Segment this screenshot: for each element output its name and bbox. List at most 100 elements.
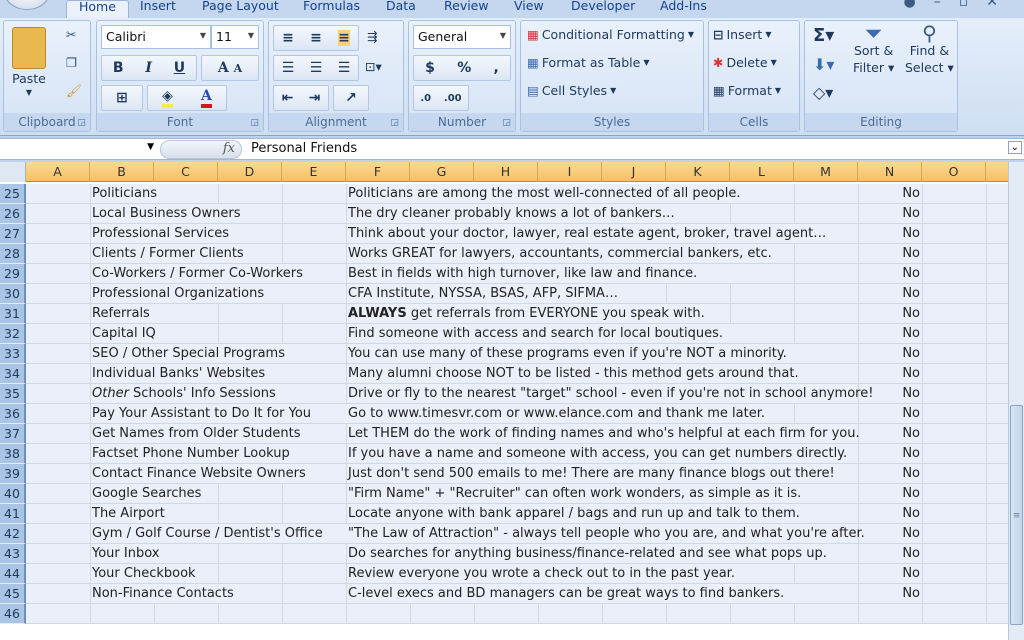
cell-n[interactable]: No: [858, 284, 920, 304]
cell-n[interactable]: No: [858, 524, 920, 544]
select-all-button[interactable]: [0, 162, 26, 182]
cell-b[interactable]: Google Searches: [92, 484, 201, 504]
tab-developer[interactable]: Developer: [571, 0, 635, 18]
conditional-formatting-button[interactable]: ▦ Conditional Formatting ▼: [527, 27, 694, 42]
cell-b[interactable]: Your Inbox: [92, 544, 159, 564]
cell-f[interactable]: Just don't send 500 emails to me! There …: [348, 464, 835, 484]
cell-f[interactable]: Politicians are among the most well-conn…: [348, 184, 741, 204]
cell-n[interactable]: No: [858, 244, 920, 264]
row-cells[interactable]: Other Schools' Info Sessions Drive or fly…: [26, 384, 1008, 404]
column-header-m[interactable]: M: [794, 162, 858, 182]
format-painter-icon[interactable]: 🖌: [66, 83, 82, 99]
row-header[interactable]: 42: [0, 524, 26, 544]
cell-f[interactable]: Locate anyone with bank apparel / bags a…: [348, 504, 800, 524]
cell-b[interactable]: Referrals: [92, 304, 150, 324]
row-cells[interactable]: Referrals ALWAYS get referrals from EVERY…: [26, 304, 1008, 324]
cell-n[interactable]: [858, 604, 920, 624]
dialog-launcher-icon[interactable]: ◲: [502, 118, 511, 128]
cell-b[interactable]: Politicians: [92, 184, 157, 204]
cell-b[interactable]: Other Schools' Info Sessions: [92, 384, 276, 404]
help-icon[interactable]: ●: [904, 0, 934, 10]
cell-b[interactable]: The Airport: [92, 504, 165, 524]
fill-icon[interactable]: ⬇▾: [813, 55, 834, 74]
cell-f[interactable]: Go to www.timesvr.com or www.elance.com …: [348, 404, 765, 424]
format-button[interactable]: ▦ Format ▼: [713, 83, 781, 98]
row-header[interactable]: 44: [0, 564, 26, 584]
cell-f[interactable]: "The Law of Attraction" - always tell pe…: [348, 524, 865, 544]
row-header[interactable]: 29: [0, 264, 26, 284]
wrap-text-icon[interactable]: ⇶: [367, 29, 377, 44]
cell-n[interactable]: No: [858, 264, 920, 284]
row-header[interactable]: 46: [0, 604, 26, 624]
column-header-j[interactable]: J: [602, 162, 666, 182]
cell-f[interactable]: Best in fields with high turnover, like …: [348, 264, 697, 284]
row-header[interactable]: 27: [0, 224, 26, 244]
cell-f[interactable]: Find someone with access and search for …: [348, 324, 723, 344]
comma-icon[interactable]: ,: [494, 60, 499, 76]
cell-n[interactable]: No: [858, 184, 920, 204]
column-header-g[interactable]: G: [410, 162, 474, 182]
align-right-icon[interactable]: ☰: [338, 60, 351, 76]
cell-b[interactable]: Factset Phone Number Lookup: [92, 444, 290, 464]
copy-icon[interactable]: ❐: [66, 55, 77, 70]
column-header-d[interactable]: D: [218, 162, 282, 182]
cell-f[interactable]: C-level execs and BD managers can be gre…: [348, 584, 784, 604]
cell-f[interactable]: CFA Institute, NYSSA, BSAS, AFP, SIFMA…: [348, 284, 618, 304]
tab-insert[interactable]: Insert: [140, 0, 176, 18]
cell-f[interactable]: Works GREAT for lawyers, accountants, co…: [348, 244, 772, 264]
format-as-table-button[interactable]: ▦ Format as Table ▼: [527, 55, 649, 70]
cell-b[interactable]: Clients / Former Clients: [92, 244, 244, 264]
name-box[interactable]: ▼: [0, 139, 160, 159]
cell-n[interactable]: No: [858, 464, 920, 484]
row-header[interactable]: 25: [0, 184, 26, 204]
column-header-o[interactable]: O: [922, 162, 986, 182]
autosum-icon[interactable]: Σ▾: [813, 25, 834, 46]
row-cells[interactable]: Contact Finance Website Owners Just don't…: [26, 464, 1008, 484]
row-cells[interactable]: Capital IQ Find someone with access and s…: [26, 324, 1008, 344]
column-header-l[interactable]: L: [730, 162, 794, 182]
cell-b[interactable]: Your Checkbook: [92, 564, 196, 584]
cell-b[interactable]: Gym / Golf Course / Dentist's Office: [92, 524, 323, 544]
row-cells[interactable]: Gym / Golf Course / Dentist's Office "The…: [26, 524, 1008, 544]
cell-n[interactable]: No: [858, 204, 920, 224]
row-cells[interactable]: Individual Banks' Websites Many alumni ch…: [26, 364, 1008, 384]
align-middle-icon[interactable]: ≡: [310, 30, 322, 46]
close-icon[interactable]: ✕: [986, 0, 1016, 10]
row-cells[interactable]: Your Inbox Do searches for anything busin…: [26, 544, 1008, 564]
currency-icon[interactable]: $: [425, 60, 435, 76]
cell-b[interactable]: Professional Services: [92, 224, 229, 244]
cell-b[interactable]: Individual Banks' Websites: [92, 364, 265, 384]
row-cells[interactable]: Pay Your Assistant to Do It for You Go to…: [26, 404, 1008, 424]
cell-f[interactable]: Many alumni choose NOT to be listed - th…: [348, 364, 799, 384]
row-header[interactable]: 34: [0, 364, 26, 384]
row-header[interactable]: 33: [0, 344, 26, 364]
cell-b[interactable]: Capital IQ: [92, 324, 156, 344]
column-header-n[interactable]: N: [858, 162, 922, 182]
cell-f[interactable]: "Firm Name" + "Recruiter" can often work…: [348, 484, 801, 504]
row-cells[interactable]: Co-Workers / Former Co-Workers Best in fi…: [26, 264, 1008, 284]
cell-f[interactable]: ALWAYS get referrals from EVERYONE you s…: [348, 304, 705, 324]
formula-input[interactable]: Personal Friends: [251, 141, 357, 156]
column-header-h[interactable]: H: [474, 162, 538, 182]
cell-b[interactable]: Co-Workers / Former Co-Workers: [92, 264, 303, 284]
merge-center-icon[interactable]: ⊡▾: [365, 59, 382, 74]
cell-n[interactable]: No: [858, 404, 920, 424]
underline-icon[interactable]: U: [174, 60, 185, 76]
decrease-decimal-icon[interactable]: .00: [444, 93, 462, 104]
row-header[interactable]: 38: [0, 444, 26, 464]
cell-n[interactable]: No: [858, 224, 920, 244]
cell-f[interactable]: Think about your doctor, lawyer, real es…: [348, 224, 826, 244]
cell-n[interactable]: No: [858, 384, 920, 404]
cell-f[interactable]: The dry cleaner probably knows a lot of …: [348, 204, 675, 224]
tab-home[interactable]: Home: [66, 0, 129, 18]
tab-formulas[interactable]: Formulas: [303, 0, 360, 18]
row-cells[interactable]: Professional Organizations CFA Institute,…: [26, 284, 1008, 304]
cell-n[interactable]: No: [858, 444, 920, 464]
row-cells[interactable]: SEO / Other Special Programs You can use …: [26, 344, 1008, 364]
row-header[interactable]: 31: [0, 304, 26, 324]
expand-formula-bar-icon[interactable]: ⌄: [1007, 141, 1022, 154]
tab-review[interactable]: Review: [444, 0, 489, 18]
column-header-partial[interactable]: [986, 162, 1008, 182]
dialog-launcher-icon[interactable]: ◲: [77, 118, 86, 128]
chevron-down-icon[interactable]: ▼: [147, 142, 154, 152]
